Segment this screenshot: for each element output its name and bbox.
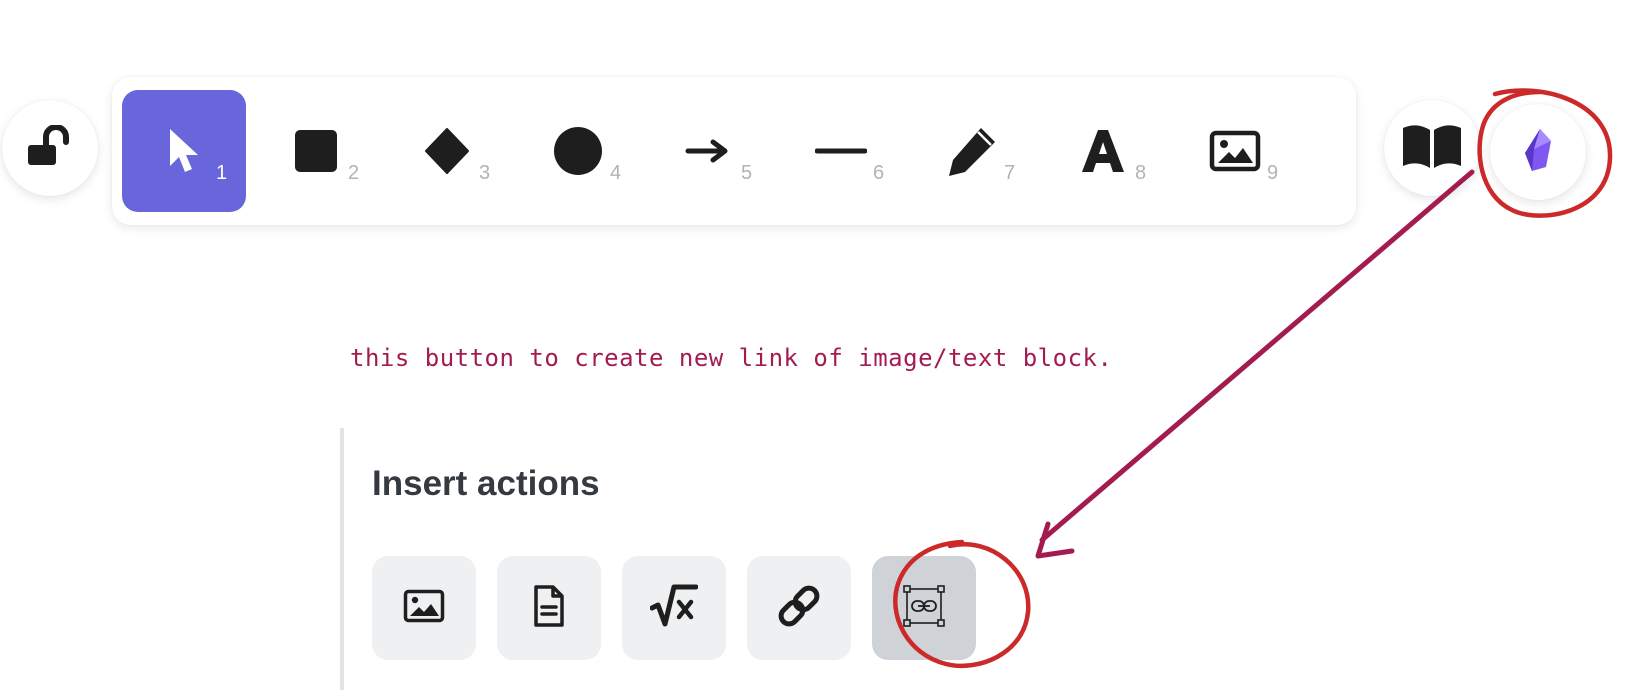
square-root-x-icon xyxy=(649,584,699,633)
rectangle-tool[interactable]: 2 xyxy=(254,90,378,212)
draw-tool[interactable]: 7 xyxy=(910,90,1034,212)
insert-link-button[interactable] xyxy=(747,556,851,660)
image-icon xyxy=(1209,130,1261,172)
insert-file-button[interactable] xyxy=(497,556,601,660)
lock-button[interactable] xyxy=(2,100,98,196)
line-icon xyxy=(815,144,867,158)
annotation-note: this button to create new link of image/… xyxy=(350,344,1113,372)
obsidian-crystal-icon xyxy=(1520,127,1556,178)
pencil-icon xyxy=(945,124,999,178)
square-icon xyxy=(292,127,340,175)
shape-toolbar: 1 2 3 4 5 6 7 8 9 xyxy=(112,77,1356,225)
shortcut-label: 4 xyxy=(610,162,622,184)
obsidian-button[interactable] xyxy=(1490,104,1586,200)
shortcut-label: 8 xyxy=(1135,162,1147,184)
panel-title: Insert actions xyxy=(372,464,600,503)
shortcut-label: 2 xyxy=(348,162,360,184)
image-icon xyxy=(403,589,445,628)
insert-image-button[interactable] xyxy=(372,556,476,660)
library-button[interactable] xyxy=(1384,100,1480,196)
link-icon xyxy=(776,583,822,634)
shortcut-label: 9 xyxy=(1267,162,1279,184)
line-tool[interactable]: 6 xyxy=(779,90,903,212)
arrow-right-icon xyxy=(685,136,733,166)
insert-link-to-element-button[interactable] xyxy=(872,556,976,660)
image-tool[interactable]: 9 xyxy=(1173,90,1297,212)
shortcut-label: 3 xyxy=(479,162,491,184)
ellipse-tool[interactable]: 4 xyxy=(516,90,640,212)
document-icon xyxy=(532,584,566,633)
diamond-icon xyxy=(422,126,472,176)
shortcut-label: 7 xyxy=(1004,162,1016,184)
pointer-arrow-icon xyxy=(164,126,204,176)
shortcut-label: 5 xyxy=(741,162,753,184)
letter-a-icon xyxy=(1078,126,1128,176)
diamond-tool[interactable]: 3 xyxy=(385,90,509,212)
open-book-icon xyxy=(1401,122,1463,175)
insert-actions-panel: Insert actions xyxy=(340,428,1064,690)
selection-tool[interactable]: 1 xyxy=(122,90,246,212)
shortcut-label: 1 xyxy=(216,162,228,184)
unlocked-padlock-icon xyxy=(26,123,74,172)
arrow-tool[interactable]: 5 xyxy=(647,90,771,212)
circle-icon xyxy=(552,125,604,177)
text-tool[interactable]: 8 xyxy=(1041,90,1165,212)
shortcut-label: 6 xyxy=(873,162,885,184)
insert-latex-button[interactable] xyxy=(622,556,726,660)
link-to-element-icon xyxy=(902,584,946,633)
